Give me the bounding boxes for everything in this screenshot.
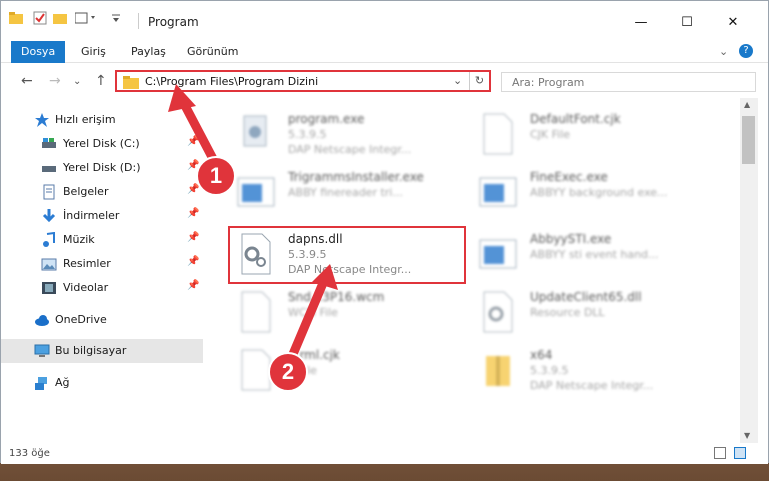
annotation-arrows: [168, 84, 338, 371]
callout-2: 2: [268, 352, 308, 392]
callout-1: 1: [196, 156, 236, 196]
